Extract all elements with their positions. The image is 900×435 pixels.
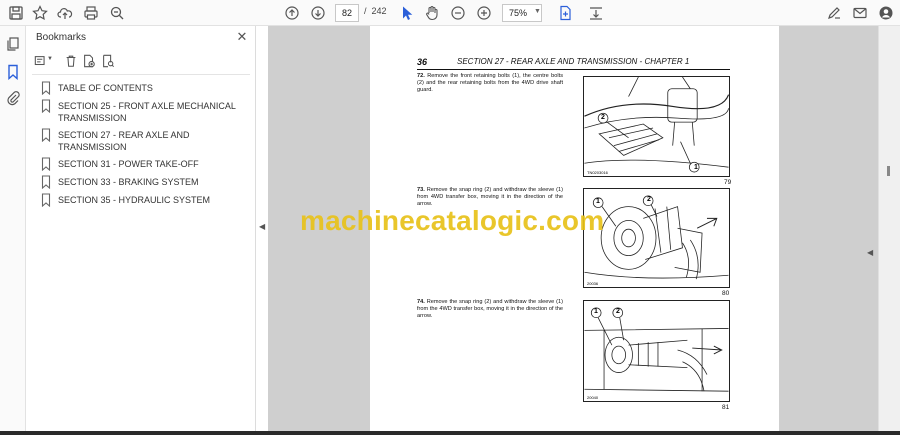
zoom-out-icon[interactable] [448, 3, 468, 23]
page-header-number: 36 [417, 57, 428, 67]
step-72: 72. Remove the front retaining bolts (1)… [417, 73, 563, 93]
account-icon[interactable] [876, 3, 896, 23]
figure-number: 81 [722, 404, 730, 411]
panel-title: Bookmarks [36, 32, 87, 43]
step-74: 74. Remove the snap ring (2) and withdra… [417, 299, 563, 319]
attachments-icon[interactable] [3, 88, 23, 108]
callout-1: 1 [694, 164, 698, 171]
bookmark-label: SECTION 31 - POWER TAKE-OFF [58, 159, 199, 169]
callout-2: 2 [601, 114, 605, 121]
zoom-search-icon[interactable] [107, 3, 127, 23]
watermark-text: machinecatalogic.com [300, 205, 605, 236]
callout-2: 2 [616, 308, 620, 315]
figure-code: 20040 [587, 395, 599, 400]
hand-tool-icon[interactable] [422, 3, 442, 23]
bookmark-label: SECTION 27 - REAR AXLE AND TRANSMISSION [58, 130, 190, 152]
bookmark-icon [40, 175, 52, 190]
header-rule [417, 69, 730, 70]
main-toolbar: 82 / 242 75% ▼ [0, 0, 900, 26]
bookmark-icon [40, 99, 52, 114]
figure-number: 80 [722, 290, 730, 297]
next-page-icon[interactable] [308, 3, 328, 23]
taskbar-strip [0, 431, 900, 435]
bookmark-item[interactable]: SECTION 35 - HYDRAULIC SYSTEM [40, 193, 250, 208]
scrollbar-thumb[interactable] [887, 166, 890, 176]
scroll-mode-icon[interactable] [586, 3, 606, 23]
bookmark-icon [40, 157, 52, 172]
chevron-down-icon[interactable]: ▼ [47, 56, 63, 72]
print-icon[interactable] [81, 3, 101, 23]
page-fit-icon[interactable] [555, 3, 575, 23]
page-number-input[interactable]: 82 [335, 4, 359, 22]
figure-code: TN0203016 [587, 170, 608, 175]
callout-1: 1 [594, 308, 598, 315]
figure-79: 2 1 TN0203016 [583, 76, 730, 177]
bookmark-item[interactable]: TABLE OF CONTENTS [40, 81, 250, 96]
bookmark-icon [40, 193, 52, 208]
delete-bookmark-icon[interactable] [64, 54, 80, 70]
vertical-scrollbar[interactable] [878, 26, 900, 431]
zoom-in-icon[interactable] [474, 3, 494, 23]
divider [32, 74, 250, 75]
expand-panel-icon[interactable]: ◀ [867, 248, 873, 257]
bookmarks-panel-icon[interactable] [3, 62, 23, 82]
callout-2: 2 [647, 196, 651, 203]
figure-number: 79 [724, 179, 732, 186]
bookmark-label: SECTION 35 - HYDRAULIC SYSTEM [58, 195, 211, 205]
bookmark-label: TABLE OF CONTENTS [58, 83, 153, 93]
figure-81: 1 2 20040 [583, 300, 730, 402]
collapse-panel-icon[interactable]: ◀ [259, 222, 265, 231]
chevron-down-icon[interactable]: ▼ [534, 4, 541, 20]
bookmark-item[interactable]: SECTION 33 - BRAKING SYSTEM [40, 175, 250, 190]
bookmark-list: TABLE OF CONTENTS SECTION 25 - FRONT AXL… [40, 81, 250, 211]
page-header-title: SECTION 27 - REAR AXLE AND TRANSMISSION … [457, 57, 690, 66]
bookmark-icon [40, 81, 52, 96]
bookmark-item[interactable]: SECTION 25 - FRONT AXLE MECHANICAL TRANS… [40, 99, 250, 124]
bookmark-icon [40, 128, 52, 143]
pages-thumbnail-icon[interactable] [3, 34, 23, 54]
close-icon[interactable]: ✕ [234, 28, 250, 46]
find-bookmark-icon[interactable] [101, 54, 117, 70]
sign-pen-icon[interactable] [824, 3, 844, 23]
bookmarks-panel: Bookmarks ✕ ▼ TABLE OF CONTENTS SECTION … [26, 26, 256, 431]
previous-page-icon[interactable] [282, 3, 302, 23]
bookmark-label: SECTION 25 - FRONT AXLE MECHANICAL TRANS… [58, 101, 236, 123]
bookmark-item[interactable]: SECTION 31 - POWER TAKE-OFF [40, 157, 250, 172]
cloud-upload-icon[interactable] [55, 3, 75, 23]
callout-1: 1 [596, 198, 600, 205]
save-icon[interactable] [6, 3, 26, 23]
select-cursor-icon[interactable] [397, 3, 417, 23]
figure-80: 1 2 20036 [583, 188, 730, 288]
figure-code: 20036 [587, 281, 599, 286]
add-bookmark-icon[interactable] [82, 54, 98, 70]
bookmark-label: SECTION 33 - BRAKING SYSTEM [58, 177, 199, 187]
bookmark-item[interactable]: SECTION 27 - REAR AXLE AND TRANSMISSION [40, 128, 250, 153]
page-count: / 242 [364, 6, 387, 16]
bookmark-star-icon[interactable] [30, 3, 50, 23]
navigation-rail [0, 26, 26, 431]
email-icon[interactable] [850, 3, 870, 23]
